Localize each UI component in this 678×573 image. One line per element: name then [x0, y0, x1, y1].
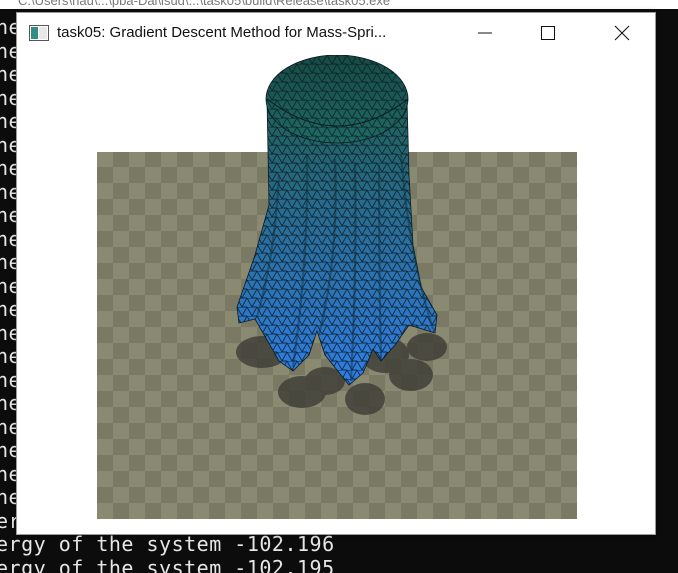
- console-line: ergy of the system -102.195: [0, 555, 335, 573]
- minimize-button[interactable]: [462, 13, 508, 53]
- maximize-icon: [541, 26, 555, 40]
- app-window: task05: Gradient Descent Method for Mass…: [16, 12, 656, 535]
- close-button[interactable]: [599, 13, 645, 53]
- title-bar[interactable]: task05: Gradient Descent Method for Mass…: [17, 13, 655, 55]
- maximize-button[interactable]: [525, 13, 571, 53]
- window-title: task05: Gradient Descent Method for Mass…: [57, 24, 387, 41]
- application-window-icon: [29, 25, 49, 41]
- console-line: ergy of the system -102.196: [0, 532, 335, 556]
- console-title-bar: C:\Users\nau\...\pba-Dai\lsud\...\task05…: [0, 0, 678, 9]
- opengl-viewport[interactable]: [17, 54, 655, 534]
- console-path: C:\Users\nau\...\pba-Dai\lsud\...\task05…: [18, 0, 391, 8]
- minimize-icon: [478, 32, 492, 34]
- cloth-simulation-scene: [97, 54, 577, 519]
- close-icon: [614, 25, 630, 41]
